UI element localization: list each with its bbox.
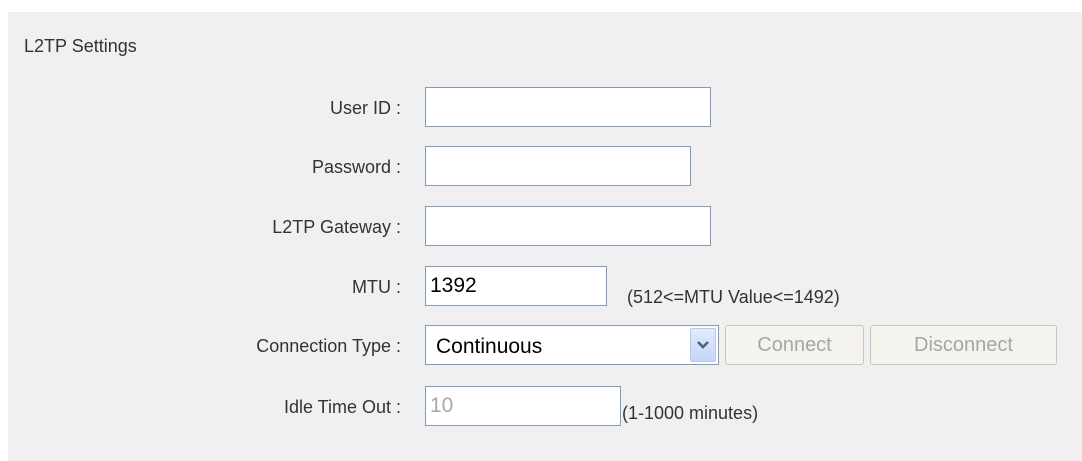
mtu-input[interactable] <box>425 266 607 306</box>
mtu-range-hint: (512<=MTU Value<=1492) <box>627 287 840 307</box>
password-label: Password : <box>311 157 401 177</box>
disconnect-button[interactable]: Disconnect <box>870 325 1057 365</box>
connection-type-selected-value: Continuous <box>436 335 543 358</box>
l2tp-gateway-input[interactable] <box>425 206 711 246</box>
user-id-input[interactable] <box>425 87 711 127</box>
connection-type-label: Connection Type : <box>256 336 401 356</box>
idle-timeout-label: Idle Time Out : <box>283 397 401 417</box>
idle-timeout-input[interactable] <box>425 386 621 426</box>
idle-timeout-hint: (1-1000 minutes) <box>622 403 759 423</box>
user-id-label: User ID : <box>329 98 401 118</box>
chevron-down-icon[interactable] <box>690 328 716 362</box>
mtu-label: MTU : <box>352 277 401 297</box>
connect-button[interactable]: Connect <box>725 325 864 365</box>
connection-type-select[interactable]: Continuous <box>425 325 719 365</box>
password-input[interactable] <box>425 146 691 186</box>
section-title: L2TP Settings <box>24 36 137 56</box>
l2tp-gateway-label: L2TP Gateway : <box>272 217 401 237</box>
